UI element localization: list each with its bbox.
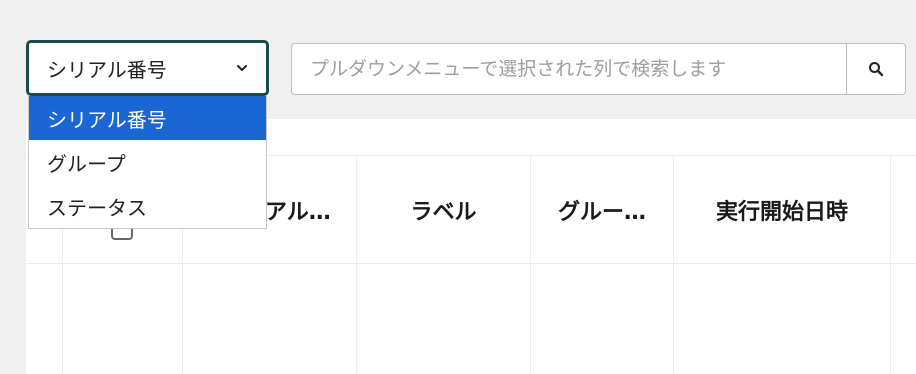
table-header-group[interactable]: グルー… bbox=[531, 156, 674, 263]
search-column-dropdown: シリアル番号 グループ ステータス bbox=[28, 96, 267, 229]
table-cell bbox=[26, 264, 63, 374]
table-cell bbox=[891, 264, 916, 374]
table-header-label[interactable]: ラベル bbox=[357, 156, 531, 263]
search-column-select[interactable]: シリアル番号 bbox=[26, 40, 269, 96]
table-header-start-time[interactable]: 実行開始日時 bbox=[674, 156, 891, 263]
dropdown-option-status[interactable]: ステータス bbox=[29, 184, 266, 228]
table-cell bbox=[674, 264, 891, 374]
search-column-select-value: シリアル番号 bbox=[47, 57, 167, 82]
dropdown-option-serial-number[interactable]: シリアル番号 bbox=[29, 96, 266, 140]
table-row bbox=[26, 264, 916, 374]
chevron-down-icon bbox=[237, 65, 247, 71]
table-cell bbox=[63, 264, 183, 374]
table-cell bbox=[357, 264, 531, 374]
search-icon bbox=[869, 62, 884, 77]
search-button[interactable] bbox=[846, 43, 906, 95]
search-input[interactable] bbox=[291, 43, 847, 95]
table-cell bbox=[531, 264, 674, 374]
table-header-more bbox=[891, 156, 916, 263]
table-cell bbox=[183, 264, 357, 374]
dropdown-option-group[interactable]: グループ bbox=[29, 140, 266, 184]
